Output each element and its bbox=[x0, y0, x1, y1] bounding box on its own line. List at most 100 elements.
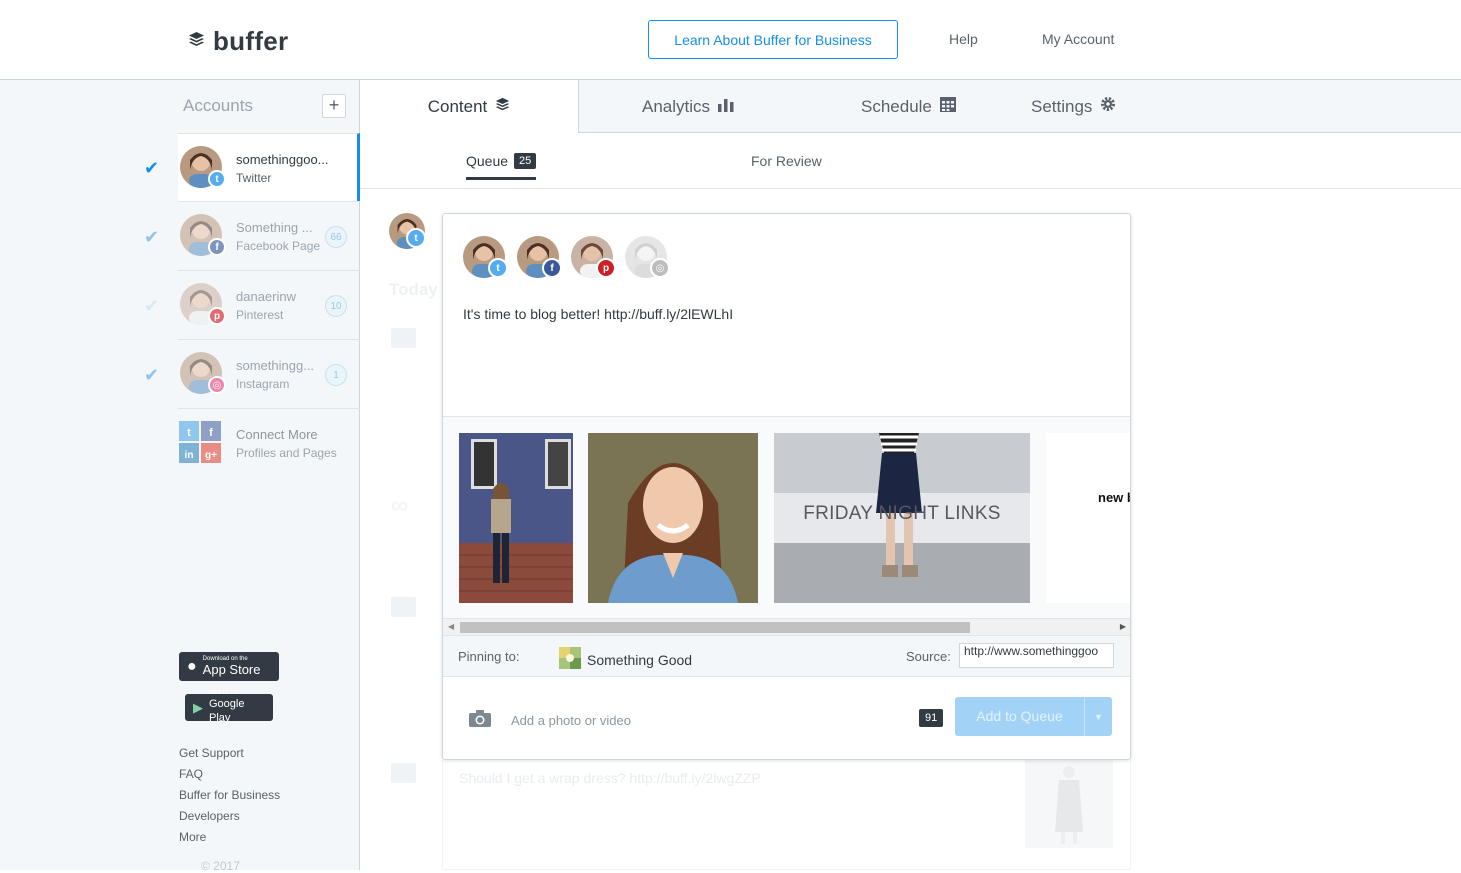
sub-tab-bar: Queue 25 For Review bbox=[360, 133, 1461, 189]
scroll-right-arrow-icon[interactable]: ▶ bbox=[1120, 622, 1126, 631]
queue-count-badge: 66 bbox=[325, 226, 347, 248]
social-networks-icon: t f in g+ bbox=[179, 421, 221, 463]
svg-text:in: in bbox=[185, 450, 194, 461]
tab-settings-label: Settings bbox=[1031, 96, 1093, 116]
more-link[interactable]: More bbox=[179, 830, 206, 844]
post-composer: t f p ◎ It's time to blog better! http:/… bbox=[442, 213, 1131, 760]
faq-link[interactable]: FAQ bbox=[179, 767, 203, 781]
help-link[interactable]: Help bbox=[949, 31, 978, 47]
pinterest-icon: p bbox=[596, 258, 616, 278]
connect-more-label: Connect More bbox=[236, 427, 318, 442]
main-tab-bar: Content Analytics Schedule Settings bbox=[360, 80, 1461, 134]
pin-board-name: Something Good bbox=[587, 651, 693, 668]
thumbnail-partial-text: new b bbox=[1098, 490, 1130, 505]
tab-queue-label: Queue bbox=[466, 153, 509, 169]
queue-count-badge: 25 bbox=[514, 153, 537, 169]
connect-more-row[interactable]: t f in g+ Connect More Profiles and Page… bbox=[178, 408, 360, 476]
pin-board-selector[interactable]: Something Good bbox=[559, 647, 692, 672]
buffer-for-business-button[interactable]: Learn About Buffer for Business bbox=[648, 20, 898, 59]
tab-settings[interactable]: Settings bbox=[1031, 80, 1116, 133]
image-thumbnail[interactable]: new b bbox=[1046, 433, 1130, 603]
bar-chart-icon bbox=[718, 97, 734, 117]
twitter-icon: t bbox=[406, 228, 426, 248]
google-play-badge[interactable]: ▶ GET IT ON Google Play bbox=[185, 690, 273, 724]
tab-analytics-label: Analytics bbox=[642, 96, 711, 116]
scrollbar-thumb[interactable] bbox=[460, 622, 970, 633]
today-heading: Today bbox=[389, 280, 438, 299]
developers-link[interactable]: Developers bbox=[179, 809, 240, 823]
account-row-pinterest[interactable]: p danaerinw Pinterest 10 bbox=[178, 270, 360, 338]
queue-count-badge: 1 bbox=[325, 364, 347, 386]
add-media-button[interactable]: Add a photo or video bbox=[469, 710, 631, 730]
play-icon: ▶ bbox=[193, 699, 203, 715]
twitter-icon: t bbox=[208, 170, 226, 188]
image-icon bbox=[391, 763, 416, 783]
image-thumbnail[interactable] bbox=[459, 433, 573, 603]
copyright: © 2017 bbox=[201, 859, 240, 873]
account-row-twitter[interactable]: t somethinggoo... Twitter bbox=[178, 133, 360, 201]
image-thumbnail[interactable] bbox=[588, 433, 758, 603]
scroll-left-arrow-icon[interactable]: ◀ bbox=[448, 622, 454, 631]
tab-schedule-label: Schedule bbox=[861, 96, 932, 116]
account-type: Pinterest bbox=[236, 308, 284, 322]
tab-content-label: Content bbox=[427, 97, 488, 116]
get-support-link[interactable]: Get Support bbox=[179, 746, 244, 760]
google-play-big: Google Play bbox=[209, 698, 245, 724]
check-icon[interactable]: ✔ bbox=[144, 365, 159, 386]
gear-icon bbox=[1100, 96, 1116, 117]
account-type: Instagram bbox=[236, 377, 290, 391]
account-name: Something ... bbox=[236, 220, 313, 235]
queued-post-text: Should I get a wrap dress? http://buff.l… bbox=[459, 770, 761, 786]
tab-for-review[interactable]: For Review bbox=[751, 153, 822, 169]
twitter-icon: t bbox=[488, 258, 508, 278]
calendar-icon bbox=[939, 96, 956, 117]
queued-post-thumbnail bbox=[1025, 760, 1113, 848]
source-label: Source: bbox=[906, 649, 951, 664]
post-text[interactable]: It's time to blog better! http://buff.ly… bbox=[463, 306, 733, 322]
chevron-down-icon[interactable]: ▼ bbox=[1085, 712, 1112, 722]
account-name: somethinggoo... bbox=[236, 152, 329, 167]
tab-schedule[interactable]: Schedule bbox=[861, 80, 956, 133]
composer-footer: Add a photo or video 91 Add to Queue ▼ bbox=[443, 677, 1130, 759]
connect-more-sublabel: Profiles and Pages bbox=[236, 446, 337, 460]
buffer-logo-text: buffer bbox=[213, 26, 289, 56]
instagram-icon: ◎ bbox=[650, 258, 670, 278]
instagram-icon: ◎ bbox=[208, 376, 226, 394]
facebook-icon: f bbox=[542, 258, 562, 278]
app-store-badge[interactable]: ● Download on the App Store bbox=[179, 652, 279, 681]
add-to-queue-button[interactable]: Add to Queue ▼ bbox=[955, 697, 1112, 736]
board-thumbnail-icon bbox=[559, 647, 581, 672]
my-account-link[interactable]: My Account bbox=[1042, 31, 1114, 47]
tab-content[interactable]: Content bbox=[360, 80, 579, 134]
facebook-icon: f bbox=[208, 238, 226, 256]
check-icon[interactable]: ✔ bbox=[144, 158, 159, 179]
tab-analytics[interactable]: Analytics bbox=[642, 80, 734, 133]
source-url-input[interactable]: http://www.somethinggoo bbox=[959, 643, 1114, 668]
tab-queue[interactable]: Queue 25 bbox=[466, 153, 537, 180]
check-icon[interactable]: ✔ bbox=[144, 227, 159, 248]
buffer-stack-icon bbox=[188, 31, 205, 53]
camera-icon bbox=[469, 710, 491, 730]
image-icon bbox=[391, 328, 416, 348]
buffer-for-business-link[interactable]: Buffer for Business bbox=[179, 788, 280, 802]
account-row-facebook[interactable]: f Something ... Facebook Page 66 bbox=[178, 201, 360, 269]
account-row-instagram[interactable]: ◎ somethingg... Instagram 1 bbox=[178, 339, 360, 407]
top-bar: buffer Learn About Buffer for Business H… bbox=[0, 0, 1461, 80]
pinterest-options-bar: Pinning to: Something Good Source: http:… bbox=[443, 635, 1130, 677]
add-account-button[interactable]: + bbox=[322, 94, 346, 118]
link-image-picker: FRIDAY NIGHT LINKS new b bbox=[443, 416, 1130, 618]
google-play-small: GET IT ON bbox=[209, 690, 239, 696]
app-store-big: App Store bbox=[202, 662, 261, 677]
svg-text:g+: g+ bbox=[205, 450, 217, 461]
thumbnail-scrollbar[interactable]: ◀ ▶ bbox=[443, 618, 1130, 635]
account-type: Facebook Page bbox=[236, 239, 321, 253]
thumbnail-overlay-text: FRIDAY NIGHT LINKS bbox=[803, 503, 1001, 524]
buffer-logo[interactable]: buffer bbox=[188, 26, 288, 57]
queued-post-card[interactable]: Should I get a wrap dress? http://buff.l… bbox=[442, 760, 1131, 870]
pinning-to-label: Pinning to: bbox=[458, 649, 520, 664]
accounts-heading: Accounts bbox=[183, 96, 253, 115]
apple-icon: ● bbox=[187, 657, 197, 675]
account-name: somethingg... bbox=[236, 358, 315, 373]
queue-count-badge: 10 bbox=[325, 295, 347, 317]
check-icon[interactable]: ✔ bbox=[144, 296, 159, 317]
